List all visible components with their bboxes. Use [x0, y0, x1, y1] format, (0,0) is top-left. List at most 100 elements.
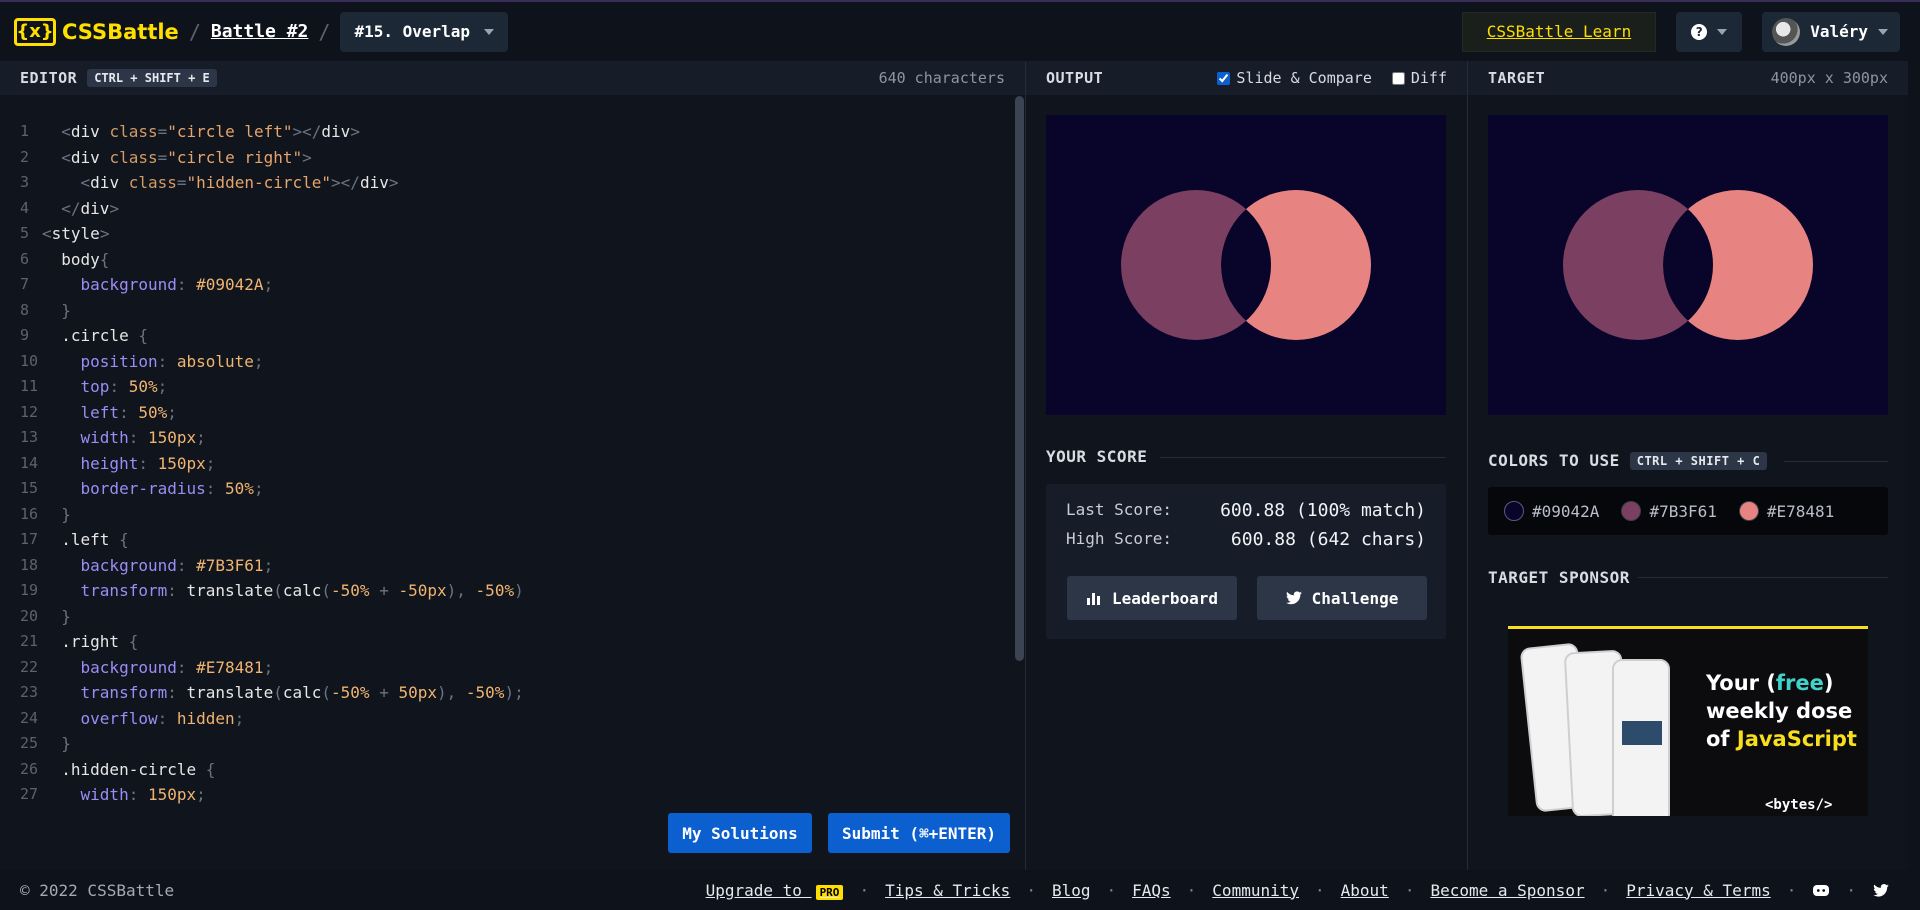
footer-links: Upgrade to PRO · Tips & Tricks · Blog · …	[706, 881, 1890, 900]
line-number: 2	[20, 147, 30, 166]
section-rule	[1638, 577, 1888, 578]
line-number: 10	[20, 351, 39, 370]
color-label: #7B3F61	[1649, 501, 1717, 521]
high-score-value: 600.88 (642 chars)	[1230, 529, 1426, 550]
section-rule	[1160, 457, 1446, 458]
sponsor-banner[interactable]: Your (free) weekly dose of JavaScript <b…	[1508, 626, 1868, 816]
community-link[interactable]: Community	[1212, 881, 1299, 900]
line-number: 6	[20, 249, 30, 268]
color-item[interactable]: #E78481	[1738, 501, 1835, 521]
line-number: 24	[20, 708, 39, 727]
editor-title: EDITOR	[20, 69, 78, 87]
leaderboard-label: Leaderboard	[1112, 588, 1218, 608]
my-solutions-button[interactable]: My Solutions	[668, 813, 812, 853]
avatar	[1772, 17, 1801, 46]
your-score-title: YOUR SCORE	[1046, 447, 1148, 466]
line-number: 3	[20, 173, 30, 191]
bar-chart-icon	[1087, 593, 1101, 605]
target-title: TARGET	[1488, 69, 1546, 87]
colors-list: #09042A #7B3F61 #E78481	[1488, 487, 1888, 535]
high-score-row: High Score: 600.88 (642 chars)	[1066, 529, 1426, 550]
chevron-down-icon	[1717, 28, 1728, 35]
challenge-button[interactable]: Challenge	[1257, 576, 1427, 620]
panel-divider[interactable]	[1467, 61, 1468, 870]
color-swatch	[1621, 501, 1642, 521]
sponsor-brand: <bytes/>	[1765, 797, 1833, 813]
upgrade-link[interactable]: Upgrade to PRO	[706, 881, 844, 900]
twitter-icon[interactable]	[1872, 881, 1890, 899]
color-item[interactable]: #09042A	[1504, 501, 1599, 521]
footer: © 2022 CSSBattle Upgrade to PRO · Tips &…	[0, 870, 1920, 910]
color-swatch	[1738, 501, 1759, 521]
line-number: 14	[20, 453, 39, 472]
leaderboard-button[interactable]: Leaderboard	[1067, 576, 1237, 620]
line-number: 27	[20, 785, 39, 803]
line-number: 11	[20, 377, 39, 395]
breadcrumb-battle-link[interactable]: Battle #2	[211, 21, 309, 42]
target-select[interactable]: #15. Overlap	[340, 11, 509, 52]
tips-link[interactable]: Tips & Tricks	[885, 881, 1010, 900]
sponsor-headline: Your (free) weekly dose of JavaScript	[1706, 671, 1857, 751]
target-header: TARGET 400px x 300px	[1468, 61, 1908, 95]
char-count: 640 characters	[878, 69, 1005, 87]
last-score-label: Last Score:	[1066, 500, 1172, 519]
editor-scrollbar[interactable]	[1013, 96, 1025, 816]
colors-title: COLORS TO USE CTRL + SHIFT + C	[1488, 451, 1768, 470]
target-hidden-circle	[1663, 190, 1713, 340]
logo-text: CSSBattle	[62, 19, 179, 44]
breadcrumb-separator: /	[318, 19, 331, 44]
code-editor[interactable]: 1 <div class="circle left"></div> 2 <div…	[0, 95, 1025, 865]
code-area[interactable]: 1 <div class="circle left"></div> 2 <div…	[0, 119, 1010, 819]
diff-checkbox[interactable]	[1391, 71, 1405, 85]
line-number: 12	[20, 402, 39, 421]
faqs-link[interactable]: FAQs	[1132, 881, 1171, 900]
submit-button[interactable]: Submit (⌘+ENTER)	[828, 813, 1010, 853]
line-number: 21	[20, 632, 39, 650]
page-scrollbar[interactable]	[1908, 61, 1920, 870]
line-number: 22	[20, 657, 39, 676]
logo[interactable]: {x} CSSBattle	[14, 17, 179, 46]
colors-shortcut: CTRL + SHIFT + C	[1629, 451, 1768, 470]
user-name: Valéry	[1810, 22, 1868, 41]
target-right-circle	[1663, 190, 1813, 340]
panel-divider[interactable]	[1025, 61, 1026, 870]
color-label: #E78481	[1766, 501, 1835, 521]
line-number: 5	[20, 224, 30, 242]
editor-shortcut: CTRL + SHIFT + E	[87, 69, 217, 87]
line-number: 19	[20, 581, 39, 599]
output-title: OUTPUT	[1046, 69, 1104, 87]
target-size: 400px x 300px	[1770, 69, 1888, 87]
slide-compare-checkbox[interactable]	[1217, 71, 1231, 85]
line-number: 1	[20, 122, 30, 140]
chevron-down-icon	[1878, 28, 1888, 35]
slide-compare-label: Slide & Compare	[1236, 69, 1372, 87]
help-menu-button[interactable]: ?	[1676, 11, 1743, 52]
line-number: 18	[20, 555, 39, 574]
copyright: © 2022 CSSBattle	[20, 880, 175, 900]
line-number: 7	[20, 275, 30, 293]
line-number: 20	[20, 606, 39, 625]
about-link[interactable]: About	[1341, 881, 1389, 900]
target-select-label: #15. Overlap	[354, 22, 471, 41]
color-item[interactable]: #7B3F61	[1621, 501, 1717, 521]
user-menu-button[interactable]: Valéry	[1762, 11, 1900, 52]
line-number: 9	[20, 326, 30, 344]
output-canvas[interactable]	[1046, 115, 1446, 415]
output-header: OUTPUT Slide & Compare Diff	[1026, 61, 1467, 95]
line-number: 17	[20, 530, 39, 548]
twitter-icon	[1285, 591, 1302, 605]
privacy-link[interactable]: Privacy & Terms	[1626, 881, 1771, 900]
diff-label: Diff	[1410, 69, 1447, 87]
editor-scrollbar-thumb[interactable]	[1015, 96, 1024, 661]
help-icon: ?	[1691, 23, 1708, 40]
color-label: #09042A	[1532, 501, 1600, 521]
blog-link[interactable]: Blog	[1052, 881, 1091, 900]
slide-compare-toggle[interactable]: Slide & Compare	[1217, 69, 1372, 87]
learn-link[interactable]: CSSBattle Learn	[1461, 11, 1657, 52]
colors-title-text: COLORS TO USE	[1488, 451, 1620, 470]
sponsor-link[interactable]: Become a Sponsor	[1430, 881, 1584, 900]
last-score-value: 600.88 (100% match)	[1220, 500, 1426, 521]
pro-badge: PRO	[815, 884, 844, 900]
discord-icon[interactable]	[1812, 881, 1830, 899]
diff-toggle[interactable]: Diff	[1391, 69, 1447, 87]
